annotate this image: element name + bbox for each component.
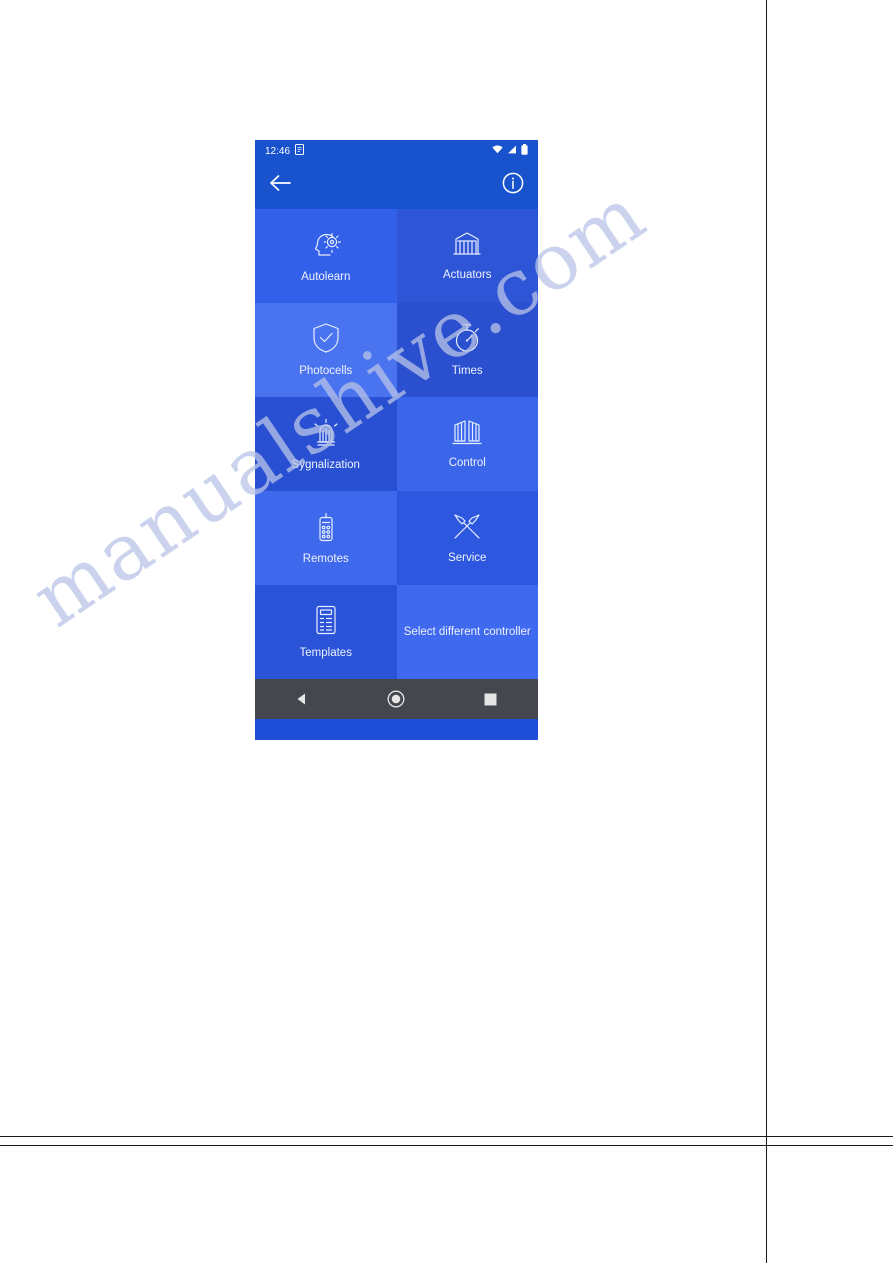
stopwatch-icon	[452, 322, 482, 358]
tile-autolearn[interactable]: Autolearn	[255, 209, 397, 303]
status-bar-clock: 12:46	[265, 145, 291, 157]
phone-screenshot: 12:46 Autolearn Actuators Photocells Tim…	[255, 140, 538, 740]
tile-templates[interactable]: Templates	[255, 585, 397, 679]
tile-label: Select different controller	[403, 625, 531, 638]
tile-label: Remotes	[302, 553, 349, 565]
tile-label: Control	[448, 457, 486, 469]
recents-square-icon[interactable]	[467, 679, 515, 719]
status-bar-right	[492, 144, 528, 158]
tile-photocells[interactable]: Photocells	[255, 303, 397, 397]
tile-service[interactable]: Service	[396, 491, 538, 585]
tile-label: Templates	[299, 647, 352, 659]
tile-remotes[interactable]: Remotes	[255, 491, 397, 585]
tile-times[interactable]: Times	[396, 303, 538, 397]
warning-lamp-icon	[311, 416, 341, 452]
remote-control-icon	[314, 510, 338, 546]
home-circle-icon[interactable]	[372, 679, 420, 719]
tile-label: Service	[448, 552, 487, 564]
wifi-icon	[492, 145, 503, 157]
tile-select-different-controller[interactable]: Select different controller	[396, 585, 538, 679]
tile-control[interactable]: Control	[396, 397, 538, 491]
tile-label: Actuators	[442, 269, 492, 281]
tile-label: Photocells	[299, 365, 353, 377]
menu-grid: Autolearn Actuators Photocells Times Syg…	[255, 209, 538, 679]
tile-label: Sygnalization	[291, 459, 360, 471]
page-border-horizontal-top	[0, 1136, 893, 1137]
battery-icon	[521, 144, 528, 158]
status-bar: 12:46	[255, 140, 538, 162]
wrench-screwdriver-icon	[451, 511, 483, 545]
screenshot-icon	[295, 144, 305, 158]
back-arrow-icon[interactable]	[269, 174, 291, 197]
tile-sygnalization[interactable]: Sygnalization	[255, 397, 397, 491]
tile-actuators[interactable]: Actuators	[396, 209, 538, 303]
app-bar	[255, 162, 538, 209]
shield-check-icon	[311, 322, 341, 358]
head-gear-icon	[310, 228, 342, 264]
double-gate-icon	[451, 418, 483, 450]
android-nav-bar	[255, 679, 538, 719]
page-border-horizontal-bottom	[0, 1145, 893, 1146]
tile-label: Times	[451, 365, 483, 377]
signal-icon	[507, 145, 517, 157]
info-icon[interactable]	[502, 172, 524, 199]
document-list-icon	[313, 604, 339, 640]
back-triangle-icon[interactable]	[278, 679, 326, 719]
tile-label: Autolearn	[301, 271, 351, 283]
gate-barrier-icon	[451, 230, 483, 262]
page-border-vertical	[766, 0, 767, 1263]
status-bar-left: 12:46	[265, 144, 305, 158]
